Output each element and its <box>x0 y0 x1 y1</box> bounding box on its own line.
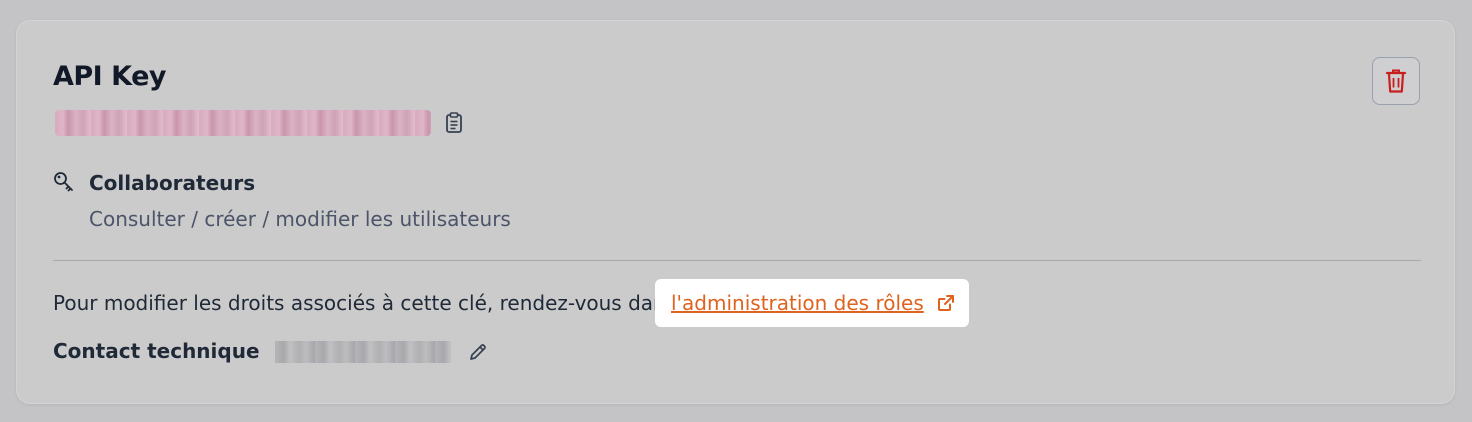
card-title: API Key <box>53 61 167 92</box>
api-key-card: API Key Collaborateurs Consulter / créer… <box>16 20 1455 404</box>
divider <box>53 260 1421 261</box>
delete-key-button[interactable] <box>1372 57 1420 105</box>
contact-label: Contact technique <box>53 339 260 363</box>
edit-contact-button[interactable] <box>467 341 489 363</box>
external-link-icon[interactable] <box>936 293 956 313</box>
roles-info-text: Pour modifier les droits associés à cett… <box>53 291 677 315</box>
key-icon <box>54 172 73 192</box>
roles-admin-link[interactable]: l'administration des rôles <box>671 291 924 315</box>
pencil-icon <box>470 344 486 360</box>
clipboard-icon <box>446 112 462 133</box>
permission-title: Collaborateurs <box>89 171 256 195</box>
permission-description: Consulter / créer / modifier les utilisa… <box>89 207 511 231</box>
copy-key-button[interactable] <box>443 111 465 135</box>
contact-value-redacted <box>275 341 451 363</box>
trash-icon <box>1385 69 1407 93</box>
api-key-value-redacted <box>55 110 431 136</box>
